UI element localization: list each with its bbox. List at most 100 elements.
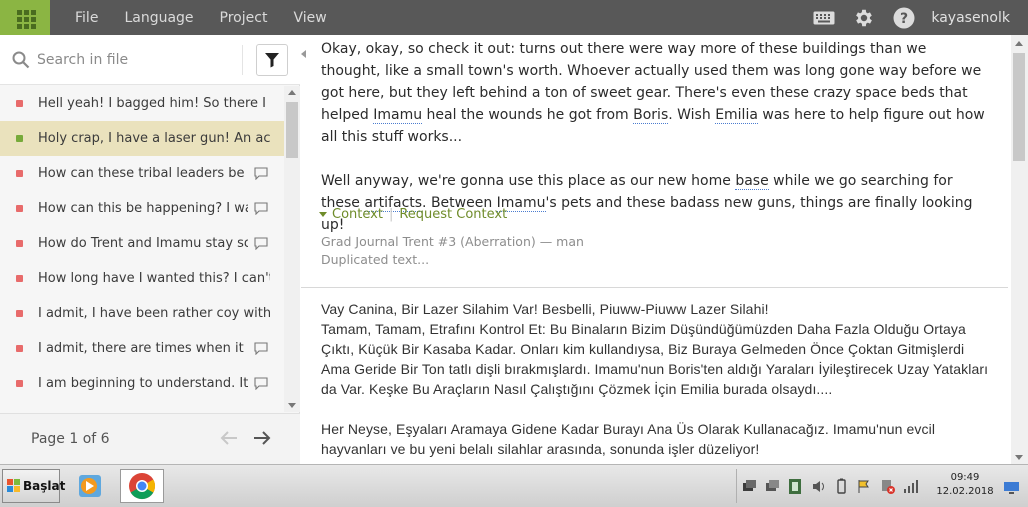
search-icon [12, 51, 30, 69]
status-dot-untranslated [16, 275, 23, 282]
list-item[interactable]: I am beginning to understand. It ... [0, 366, 284, 401]
list-item[interactable]: How can these tribal leaders be s... [0, 156, 284, 191]
clock-time: 09:49 [950, 472, 980, 483]
keyboard-icon[interactable] [813, 7, 835, 29]
signal-icon[interactable] [902, 478, 919, 495]
list-scrollbar[interactable] [284, 86, 300, 412]
status-dot-untranslated [16, 240, 23, 247]
scrollbar-thumb[interactable] [286, 102, 298, 158]
search-divider [242, 45, 243, 75]
network-error-icon[interactable] [879, 478, 896, 495]
glossary-term[interactable]: base [735, 173, 769, 190]
list-item-text: Hell yeah! I bagged him! So there I w... [38, 96, 270, 111]
source-paragraph: Well anyway, we're gonna use this place … [321, 170, 986, 236]
context-separator: | [388, 207, 394, 222]
scroll-down-icon[interactable] [1015, 455, 1023, 460]
battery-icon[interactable] [833, 478, 850, 495]
scroll-up-icon[interactable] [1015, 41, 1023, 46]
source-paragraph: Okay, okay, so check it out: turns out t… [321, 38, 986, 148]
translation-paragraph[interactable]: Her Neyse, Eşyaları Aramaya Gidene Kadar… [321, 419, 991, 459]
page-indicator: Page 1 of 6 [31, 431, 110, 447]
list-item[interactable]: Hell yeah! I bagged him! So there I w... [0, 86, 284, 121]
list-item-text: How can this be happening? I wa... [38, 201, 248, 216]
filter-button[interactable] [256, 44, 288, 76]
os-taskbar: Başlat 09:49 12.02.2018 [0, 464, 1028, 507]
translation-paragraph[interactable]: Vay Canina, Bir Lazer Silahim Var! Besbe… [321, 299, 991, 399]
scrollbar-thumb[interactable] [1013, 53, 1025, 161]
list-item-text: I admit, I have been rather coy with ... [38, 306, 270, 321]
glossary-term[interactable]: Emilia [715, 107, 758, 124]
next-page-icon[interactable] [252, 428, 272, 448]
list-item[interactable]: How can this be happening? I wa... [0, 191, 284, 226]
start-label: Başlat [23, 479, 66, 493]
username-label[interactable]: kayasenolk [931, 10, 1010, 26]
collapse-sidebar-icon[interactable] [301, 50, 306, 58]
menu-project[interactable]: Project [194, 10, 268, 26]
comment-icon [254, 202, 268, 215]
menu-file[interactable]: File [50, 10, 98, 26]
menu-view[interactable]: View [267, 10, 326, 26]
editor-panel: Okay, okay, so check it out: turns out t… [301, 35, 1011, 464]
duplicate-note[interactable]: Duplicated text... [321, 251, 584, 269]
main-menu: File Language Project View [50, 0, 327, 35]
list-item[interactable]: How do Trent and Imamu stay so... [0, 226, 284, 261]
network-icon[interactable] [764, 478, 781, 495]
comment-icon [254, 167, 268, 180]
scroll-up-icon[interactable] [288, 90, 296, 95]
list-item-text: I admit, there are times when it i... [38, 341, 248, 356]
list-item[interactable]: I admit, I have been rather coy with ... [0, 296, 284, 331]
network-icon[interactable] [741, 478, 758, 495]
status-dot-translated [16, 135, 23, 142]
string-list: Hell yeah! I bagged him! So there I w...… [0, 86, 284, 412]
clock[interactable]: 09:49 12.02.2018 [934, 471, 996, 499]
volume-icon[interactable] [810, 478, 827, 495]
list-item-active[interactable]: Holy crap, I have a laser gun! An actu..… [0, 121, 284, 156]
apps-grid-icon[interactable] [0, 0, 50, 35]
chrome-taskbar-icon[interactable] [120, 469, 164, 503]
search-input[interactable] [37, 47, 237, 73]
status-dot-untranslated [16, 100, 23, 107]
comment-icon [254, 377, 268, 390]
glossary-term[interactable]: Imamu [373, 107, 423, 124]
top-bar: File Language Project View ? kayasenolk [0, 0, 1028, 35]
settings-gear-icon[interactable] [853, 7, 875, 29]
list-item[interactable]: How long have I wanted this? I can't ... [0, 261, 284, 296]
translation-editor[interactable]: Vay Canina, Bir Lazer Silahim Var! Besbe… [321, 299, 991, 459]
glossary-term[interactable]: Boris [633, 107, 669, 124]
list-item[interactable]: I admit, there are times when it i... [0, 331, 284, 366]
text-segment: heal the wounds he got from [422, 107, 634, 123]
scroll-down-icon[interactable] [288, 403, 296, 408]
status-dot-untranslated [16, 205, 23, 212]
device-icon[interactable] [787, 478, 804, 495]
context-toggle[interactable]: Context [332, 207, 383, 222]
prev-page-icon[interactable] [219, 428, 239, 448]
clock-date: 12.02.2018 [936, 486, 994, 497]
media-player-taskbar-icon[interactable] [68, 469, 112, 503]
text-segment: Well anyway, we're gonna use this place … [321, 173, 736, 189]
list-item-text: How long have I wanted this? I can't ... [38, 271, 270, 286]
request-context-link[interactable]: Request Context [399, 207, 507, 222]
filter-icon [265, 53, 279, 68]
menu-language[interactable]: Language [98, 10, 193, 26]
list-item-text: How can these tribal leaders be s... [38, 166, 248, 181]
list-item-text: How do Trent and Imamu stay so... [38, 236, 248, 251]
windows-logo-icon [7, 479, 21, 493]
show-desktop-icon[interactable] [1003, 481, 1021, 495]
text-segment: . Wish [668, 107, 716, 123]
comment-icon [254, 237, 268, 250]
status-dot-untranslated [16, 380, 23, 387]
string-context-info: Grad Journal Trent #3 (Aberration) — man… [321, 233, 584, 269]
list-item-text: Holy crap, I have a laser gun! An actu..… [38, 131, 270, 146]
search-bar [0, 35, 300, 85]
pagination: Page 1 of 6 [0, 413, 300, 464]
sidebar: Hell yeah! I bagged him! So there I w...… [0, 35, 300, 464]
start-button[interactable]: Başlat [2, 469, 65, 503]
warning-flag-icon[interactable] [856, 478, 873, 495]
context-toggle-icon[interactable] [319, 212, 327, 217]
help-icon[interactable]: ? [893, 7, 915, 29]
status-dot-untranslated [16, 170, 23, 177]
list-item-text: I am beginning to understand. It ... [38, 376, 248, 391]
editor-scrollbar[interactable] [1011, 35, 1028, 464]
editor-divider [301, 287, 1008, 288]
status-dot-untranslated [16, 310, 23, 317]
